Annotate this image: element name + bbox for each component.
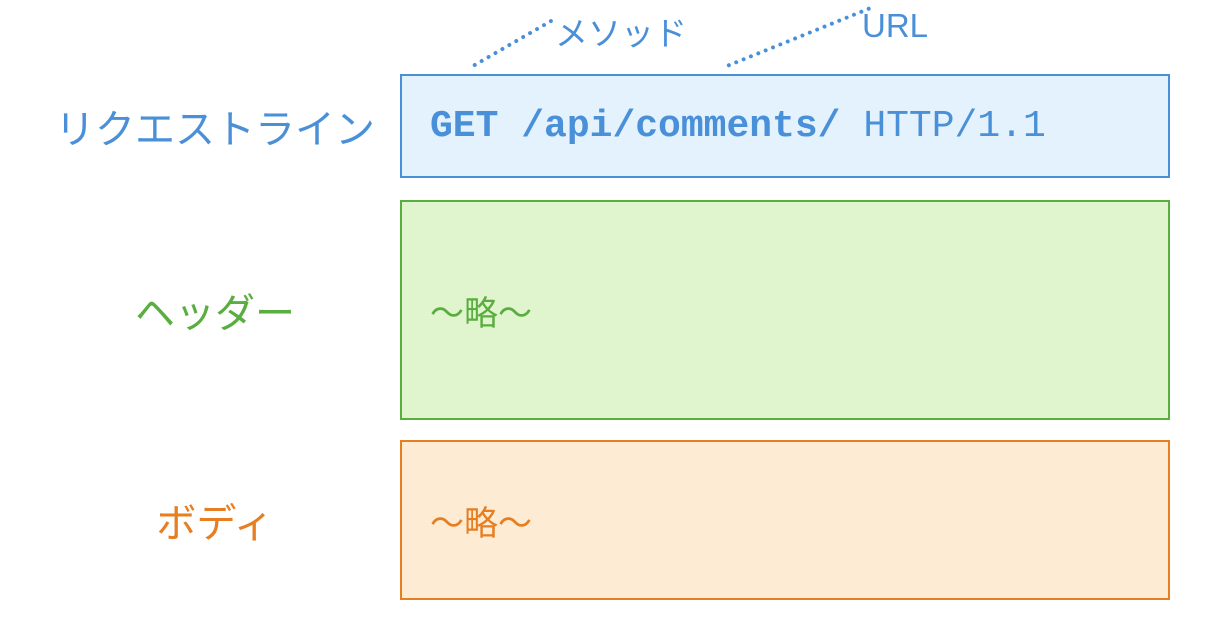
header-row: ヘッダー 〜略〜 [30,200,1170,420]
request-line-row: リクエストライン GET /api/comments/ HTTP/1.1 [30,74,1170,178]
dotted-line-method [472,18,554,67]
request-line-label: リクエストライン [30,97,400,155]
http-path: /api/comments/ [521,105,840,148]
header-box: 〜略〜 [400,200,1170,420]
request-line-text: GET /api/comments/ HTTP/1.1 [430,105,1046,148]
url-annotation: URL [862,7,928,45]
dotted-line-url [726,6,871,68]
diagram-container: メソッド URL リクエストライン GET /api/comments/ HTT… [0,0,1218,620]
http-protocol: HTTP/1.1 [863,105,1045,148]
body-row: ボディ 〜略〜 [30,440,1170,600]
header-label: ヘッダー [30,281,400,339]
body-content: 〜略〜 [430,496,532,545]
body-box: 〜略〜 [400,440,1170,600]
request-line-box: GET /api/comments/ HTTP/1.1 [400,74,1170,178]
header-content: 〜略〜 [430,286,532,335]
http-method: GET [430,105,498,148]
method-annotation: メソッド [555,7,687,55]
body-label: ボディ [30,491,400,549]
